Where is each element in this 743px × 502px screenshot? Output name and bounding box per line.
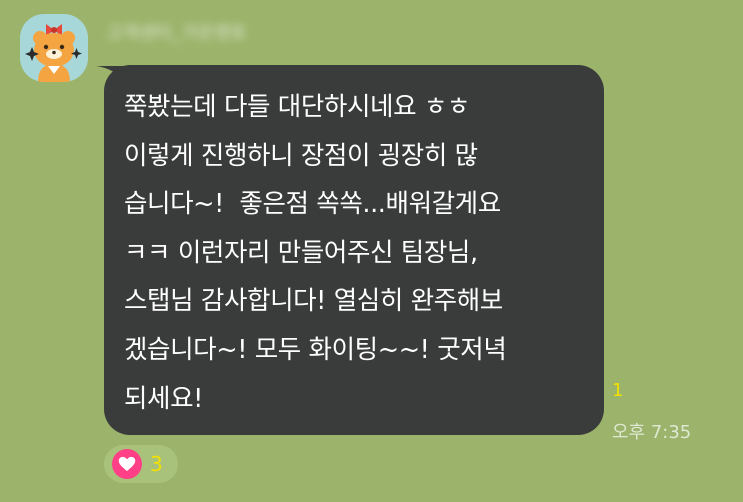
avatar[interactable]	[20, 14, 88, 82]
message-line: 스탭님 감사합니다! 열심히 완주해보	[124, 286, 503, 317]
reaction-button[interactable]: 3	[104, 445, 178, 483]
heart-icon	[112, 449, 142, 479]
message-line: 이렇게 진행하니 장점이 굉장히 많	[124, 140, 478, 171]
message-line: 쭉봤는데 다들 대단하시네요 ㅎㅎ	[124, 92, 470, 122]
reaction-count: 3	[150, 452, 163, 476]
sender-name: 고객센터_가은멘토	[106, 23, 248, 44]
message-line: 겠습니다~! 모두 화이팅~~! 굿저녁	[124, 334, 507, 365]
unread-count: 1	[612, 380, 624, 401]
message-line: ㅋㅋ 이런자리 만들어주신 팀장님,	[124, 237, 478, 268]
message-line: 습니다~! 좋은점 쏙쏙...배워갈게요	[124, 189, 501, 220]
message-timestamp: 오후 7:35	[612, 422, 692, 443]
message-line: 되세요!	[124, 383, 204, 414]
message-bubble[interactable]: 쭉봤는데 다들 대단하시네요 ㅎㅎ 이렇게 진행하니 장점이 굉장히 많 습니다…	[104, 65, 604, 435]
profile-character-icon	[25, 24, 82, 82]
